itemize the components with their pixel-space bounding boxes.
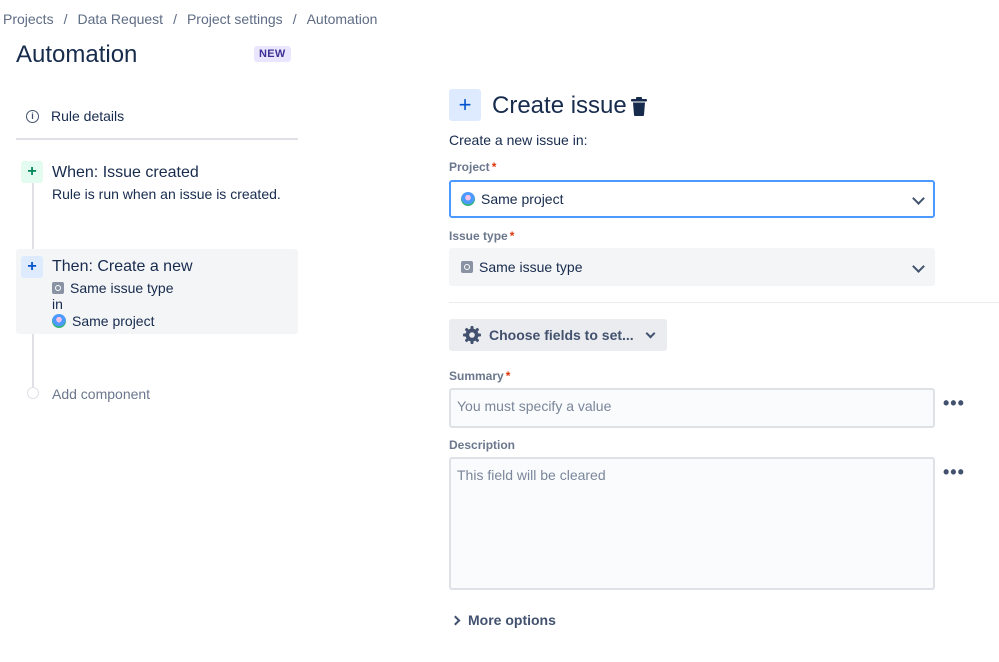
chevron-down-icon [912, 260, 925, 273]
required-mark: * [509, 229, 515, 243]
summary-input[interactable]: You must specify a value [449, 388, 935, 428]
summary-placeholder: You must specify a value [457, 398, 612, 414]
add-component-button[interactable]: Add component [52, 386, 150, 402]
action-issue-type: Same issue type [52, 280, 193, 296]
chevron-down-icon [645, 328, 656, 339]
issue-type-select[interactable]: Same issue type [449, 248, 935, 286]
add-component-dot-icon [27, 387, 39, 399]
breadcrumb-data-request[interactable]: Data Request [77, 11, 163, 27]
choose-fields-label: Choose fields to set... [489, 327, 634, 343]
trash-icon[interactable] [630, 97, 648, 121]
issue-type-select-value: Same issue type [479, 259, 583, 275]
breadcrumb-separator: / [63, 11, 68, 27]
project-select[interactable]: Same project [449, 180, 935, 218]
summary-label: Summary * [449, 369, 510, 383]
description-input[interactable]: This field will be cleared [449, 457, 935, 590]
action-issue-type-label: Same issue type [70, 280, 174, 296]
summary-more-icon[interactable]: ••• [943, 393, 965, 414]
choose-fields-button[interactable]: Choose fields to set... [449, 319, 667, 351]
description-label: Description [449, 438, 516, 452]
more-options-label: More options [468, 612, 556, 628]
page-title: Automation [16, 41, 138, 68]
project-label: Project * [449, 160, 496, 174]
form-subtitle: Create a new issue in: [449, 132, 588, 148]
chevron-down-icon [912, 192, 925, 205]
breadcrumb: Projects / Data Request / Project settin… [3, 11, 377, 27]
gear-icon [463, 326, 481, 344]
form-title: Create issue [492, 92, 627, 119]
trigger-description: Rule is run when an issue is created. [52, 186, 281, 202]
create-issue-plus-icon: + [449, 89, 481, 121]
issue-type-label: Issue type * [449, 229, 514, 243]
trigger-title: When: Issue created [52, 164, 199, 181]
action-project: Same project [52, 313, 193, 329]
breadcrumb-projects[interactable]: Projects [3, 11, 54, 27]
action-project-label: Same project [72, 313, 155, 329]
chevron-right-icon [450, 615, 461, 625]
breadcrumb-separator: / [292, 11, 297, 27]
issue-type-icon [52, 282, 64, 294]
summary-label-text: Summary [449, 369, 504, 383]
breadcrumb-project-settings[interactable]: Project settings [187, 11, 283, 27]
new-badge: NEW [254, 46, 291, 62]
project-avatar-icon [52, 314, 66, 328]
breadcrumb-separator: / [173, 11, 177, 27]
action-step-content: Then: Create a new Same issue type in Sa… [52, 258, 193, 329]
action-connector: in [52, 296, 63, 312]
more-options-toggle[interactable]: More options [450, 612, 556, 628]
breadcrumb-automation[interactable]: Automation [307, 11, 378, 27]
trigger-plus-icon: + [21, 161, 43, 183]
divider [449, 302, 999, 303]
action-title: Then: Create a new [52, 258, 193, 275]
required-mark: * [505, 369, 511, 383]
action-plus-icon: + [21, 256, 43, 278]
info-icon: i [26, 109, 39, 123]
project-avatar-icon [461, 192, 475, 206]
divider [16, 138, 298, 140]
trigger-step[interactable]: When: Issue created Rule is run when an … [52, 164, 281, 202]
rule-details-item[interactable]: i Rule details [16, 104, 298, 128]
issue-type-label-text: Issue type [449, 229, 508, 243]
issue-type-icon [461, 261, 473, 273]
description-placeholder: This field will be cleared [457, 467, 606, 483]
required-mark: * [491, 160, 497, 174]
description-more-icon[interactable]: ••• [943, 462, 965, 483]
project-select-value: Same project [481, 191, 564, 207]
project-label-text: Project [449, 160, 490, 174]
rule-details-label: Rule details [51, 108, 125, 124]
